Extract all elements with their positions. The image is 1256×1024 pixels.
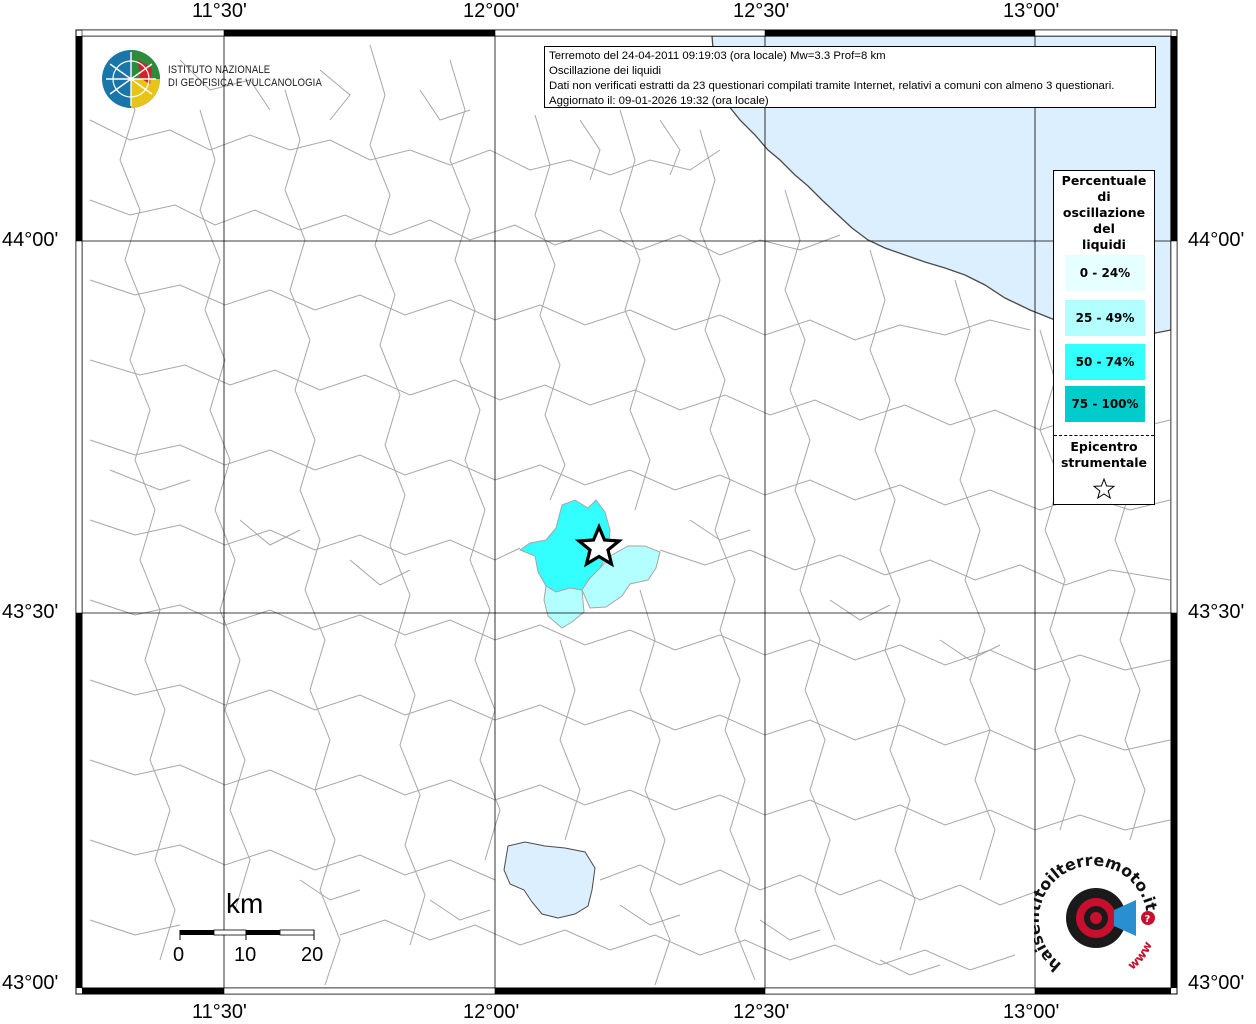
legend-swatch-50-74: 50 - 74%: [1065, 344, 1145, 380]
event-parameter: Oscillazione dei liquidi: [549, 65, 662, 77]
lat-label-right-3: 43°00': [1188, 972, 1245, 994]
event-data-note: Dati non verificati estratti da 23 quest…: [549, 80, 1115, 92]
svg-text:?: ?: [1145, 914, 1151, 925]
legend-title: Percentuale di oscillazione del liquidi: [1061, 173, 1147, 252]
lat-label-right-1: 44°00': [1188, 229, 1245, 251]
legend-star-icon: [1092, 477, 1116, 500]
scale-label-10: 10: [234, 944, 257, 966]
lon-label-bottom-2: 12°00': [463, 1001, 520, 1023]
lat-label-left-2: 43°30': [2, 601, 59, 623]
lat-label-left-1: 44°00': [2, 229, 59, 251]
lon-label-bottom-3: 12°30': [733, 1001, 790, 1023]
legend: Percentuale di oscillazione del liquidi …: [1053, 170, 1155, 505]
event-title: Terremoto del 24-04-2011 09:19:03 (ora l…: [549, 50, 886, 62]
scale-label-20: 20: [301, 944, 324, 966]
lon-label-top-1: 11°30': [192, 0, 247, 22]
legend-swatch-75-100: 75 - 100%: [1065, 386, 1145, 422]
scale-unit: km: [226, 888, 264, 919]
haisentito-logo: haisentitoilterremoto.it www. ?: [1034, 852, 1161, 976]
lon-label-top-4: 13°00': [1003, 0, 1060, 22]
legend-swatch-0-24: 0 - 24%: [1065, 255, 1145, 291]
event-info-box: Terremoto del 24-04-2011 09:19:03 (ora l…: [544, 46, 1156, 108]
lon-label-top-2: 12°00': [463, 0, 520, 22]
lon-label-top-3: 12°30': [733, 0, 790, 22]
event-updated: Aggiornato il: 09-01-2026 19:32 (ora loc…: [549, 95, 769, 107]
lon-label-bottom-1: 11°30': [192, 1001, 247, 1023]
lat-label-left-3: 43°00': [2, 972, 59, 994]
ingv-name: ISTITUTO NAZIONALE DI GEOFISICA E VULCAN…: [168, 64, 322, 89]
legend-swatch-25-49: 25 - 49%: [1065, 300, 1145, 336]
lon-label-bottom-4: 13°00': [1003, 1001, 1060, 1023]
legend-separator: [1054, 435, 1154, 436]
ingv-globe-icon: [102, 50, 160, 108]
scale-label-0: 0: [173, 944, 185, 966]
legend-epicenter-title: Epicentro strumentale: [1060, 439, 1148, 470]
lat-label-right-2: 43°30': [1188, 601, 1245, 623]
